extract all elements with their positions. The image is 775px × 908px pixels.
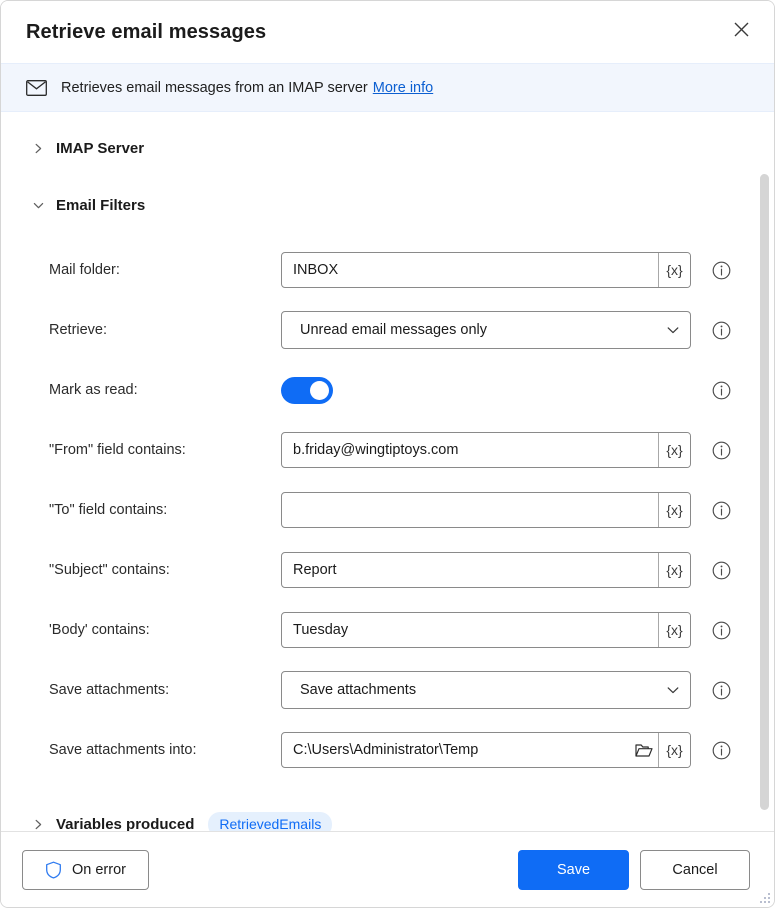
save-attachments-into-value[interactable]: C:\Users\Administrator\Temp <box>282 742 630 758</box>
section-imap-server[interactable]: IMAP Server <box>1 133 774 163</box>
info-icon-body-contains[interactable] <box>711 620 731 640</box>
row-subject-contains: "Subject" contains: Report {x} <box>1 540 774 600</box>
toggle-knob <box>310 381 329 400</box>
label-subject-contains: "Subject" contains: <box>49 562 281 578</box>
label-mail-folder: Mail folder: <box>49 262 281 278</box>
info-icon-mark-as-read[interactable] <box>711 380 731 400</box>
subject-contains-input[interactable]: Report {x} <box>281 552 691 588</box>
retrieve-email-messages-dialog: Retrieve email messages Retrieves email … <box>0 0 775 908</box>
section-email-filters[interactable]: Email Filters <box>1 190 774 220</box>
label-to-contains: "To" field contains: <box>49 502 281 518</box>
cancel-button[interactable]: Cancel <box>640 850 750 890</box>
variables-produced-section[interactable]: Variables produced RetrievedEmails <box>1 809 774 831</box>
resize-grip[interactable] <box>757 890 770 903</box>
description-banner: Retrieves email messages from an IMAP se… <box>1 63 774 112</box>
info-icon-subject-contains[interactable] <box>711 560 731 580</box>
close-button[interactable] <box>722 13 760 51</box>
body-contains-value[interactable]: Tuesday <box>282 622 658 638</box>
mail-folder-input[interactable]: INBOX {x} <box>281 252 691 288</box>
retrieve-selected-value: Unread email messages only <box>282 322 656 338</box>
info-icon-save-attachments-into[interactable] <box>711 740 731 760</box>
variable-badge-retrievedemails[interactable]: RetrievedEmails <box>208 812 332 832</box>
from-contains-value[interactable]: b.friday@wingtiptoys.com <box>282 442 658 458</box>
section-title-email-filters: Email Filters <box>56 197 145 214</box>
variables-produced-label: Variables produced <box>56 816 194 832</box>
row-from-contains: "From" field contains: b.friday@wingtipt… <box>1 420 774 480</box>
mail-folder-value[interactable]: INBOX <box>282 262 658 278</box>
mail-folder-variable-button[interactable]: {x} <box>658 253 690 287</box>
row-retrieve: Retrieve: Unread email messages only <box>1 300 774 360</box>
label-from-contains: "From" field contains: <box>49 442 281 458</box>
save-label: Save <box>557 862 590 878</box>
row-to-contains: "To" field contains: {x} <box>1 480 774 540</box>
cancel-label: Cancel <box>672 862 717 878</box>
from-contains-input[interactable]: b.friday@wingtiptoys.com {x} <box>281 432 691 468</box>
scrollbar-thumb[interactable] <box>760 174 769 810</box>
dialog-body: IMAP Server Email Filters Mail folder: <box>1 112 774 831</box>
save-attachments-into-variable-button[interactable]: {x} <box>658 733 690 767</box>
envelope-icon <box>26 80 47 96</box>
row-mark-as-read: Mark as read: <box>1 360 774 420</box>
body-contains-variable-button[interactable]: {x} <box>658 613 690 647</box>
chevron-right-icon <box>29 139 47 157</box>
more-info-link[interactable]: More info <box>373 80 433 96</box>
save-attachments-selected-value: Save attachments <box>282 682 656 698</box>
info-icon-save-attachments[interactable] <box>711 680 731 700</box>
info-icon-retrieve[interactable] <box>711 320 731 340</box>
row-save-attachments-into: Save attachments into: C:\Users\Administ… <box>1 720 774 780</box>
label-save-attachments-into: Save attachments into: <box>49 742 281 758</box>
chevron-down-icon <box>29 196 47 214</box>
label-save-attachments: Save attachments: <box>49 682 281 698</box>
dialog-title: Retrieve email messages <box>26 21 722 44</box>
chevron-right-icon <box>29 815 47 831</box>
section-title-imap-server: IMAP Server <box>56 140 144 157</box>
dialog-titlebar: Retrieve email messages <box>1 1 774 63</box>
label-retrieve: Retrieve: <box>49 322 281 338</box>
save-attachments-dropdown[interactable]: Save attachments <box>281 671 691 709</box>
info-icon-from-contains[interactable] <box>711 440 731 460</box>
retrieve-dropdown[interactable]: Unread email messages only <box>281 311 691 349</box>
dialog-footer: On error Save Cancel <box>1 831 774 907</box>
folder-open-icon[interactable] <box>630 733 658 767</box>
label-body-contains: 'Body' contains: <box>49 622 281 638</box>
close-icon <box>733 21 750 43</box>
on-error-button[interactable]: On error <box>22 850 149 890</box>
row-save-attachments: Save attachments: Save attachments <box>1 660 774 720</box>
save-attachments-into-input[interactable]: C:\Users\Administrator\Temp {x} <box>281 732 691 768</box>
from-contains-variable-button[interactable]: {x} <box>658 433 690 467</box>
body-contains-input[interactable]: Tuesday {x} <box>281 612 691 648</box>
info-icon-mail-folder[interactable] <box>711 260 731 280</box>
shield-icon <box>45 861 62 879</box>
mark-as-read-toggle[interactable] <box>281 377 333 404</box>
subject-contains-value[interactable]: Report <box>282 562 658 578</box>
email-filters-fields: Mail folder: INBOX {x} <box>1 240 774 780</box>
info-icon-to-contains[interactable] <box>711 500 731 520</box>
save-button[interactable]: Save <box>518 850 629 890</box>
label-mark-as-read: Mark as read: <box>49 382 281 398</box>
to-contains-input[interactable]: {x} <box>281 492 691 528</box>
row-body-contains: 'Body' contains: Tuesday {x} <box>1 600 774 660</box>
chevron-down-icon <box>656 323 690 337</box>
banner-text: Retrieves email messages from an IMAP se… <box>61 80 368 96</box>
to-contains-variable-button[interactable]: {x} <box>658 493 690 527</box>
chevron-down-icon <box>656 683 690 697</box>
row-mail-folder: Mail folder: INBOX {x} <box>1 240 774 300</box>
subject-contains-variable-button[interactable]: {x} <box>658 553 690 587</box>
on-error-label: On error <box>72 862 126 878</box>
